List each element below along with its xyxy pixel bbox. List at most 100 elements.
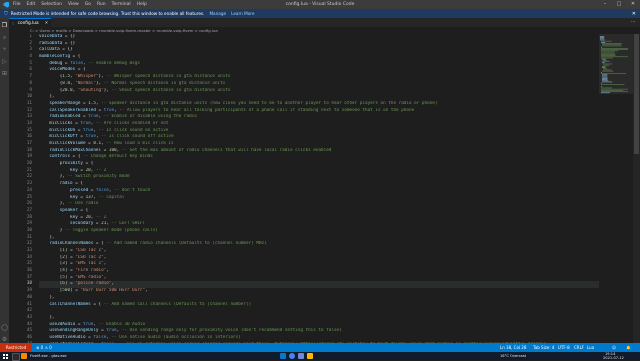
search-icon[interactable]: ⌕: [1, 34, 8, 41]
code-line[interactable]: useNativeAudio = false, -- Use native au…: [39, 335, 599, 342]
menu-file[interactable]: File: [13, 2, 21, 7]
code-line[interactable]: [6] = "police radio",: [39, 281, 599, 289]
feedback-icon[interactable]: ☺: [612, 343, 616, 352]
vscode-taskbar-icon[interactable]: [280, 353, 286, 359]
code-line[interactable]: },: [39, 295, 599, 302]
code-line[interactable]: speakerRange = 1.5, -- Speaker distance …: [39, 101, 599, 108]
settings-gear-icon[interactable]: ⚙: [1, 336, 8, 343]
code-line[interactable]: useSendingRangeOnly = true, -- Use sendi…: [39, 328, 599, 335]
code-line[interactable]: debug = false, -- enable debug msgs: [39, 61, 599, 68]
code-line[interactable]: [3] = "EMS Tac 1",: [39, 261, 599, 268]
minimap-line: [602, 81, 613, 83]
code-line[interactable]: },: [39, 235, 599, 242]
code-line[interactable]: },: [39, 315, 599, 322]
code-line[interactable]: radioData = {}: [39, 41, 599, 48]
menu-view[interactable]: View: [68, 2, 79, 7]
close-icon[interactable]: ✕: [626, 0, 640, 9]
explorer-icon[interactable]: ❐: [1, 22, 8, 29]
code-line[interactable]: {1.5, "Whisper"}, -- Whisper speech dist…: [39, 74, 599, 81]
code-line[interactable]: [5] = "EMS radio",: [39, 275, 599, 282]
more-actions-icon[interactable]: ⋯: [631, 18, 636, 27]
code-editor[interactable]: 1 2 3 4 5 6 7 8 9 10 11 12 13 14 15 16 17 18 19 20 21 22 23 24 2…: [9, 34, 599, 343]
extensions-icon[interactable]: ⊞: [1, 70, 8, 77]
weather-widget[interactable]: 16°C Overcast: [500, 352, 526, 360]
banner-close-icon[interactable]: ✕: [632, 11, 636, 17]
restricted-mode-indicator[interactable]: Restricted Mode: [0, 343, 32, 359]
menu-run[interactable]: Run: [97, 2, 106, 7]
code-line[interactable]: [500] = "Hurr Durr 500 Hurr Durr",: [39, 288, 599, 295]
code-line[interactable]: }, -- Use radio: [39, 201, 599, 208]
code-line[interactable]: mumbleConfig = {: [39, 54, 599, 61]
minimize-icon[interactable]: –: [598, 0, 612, 9]
code-line[interactable]: key = 137, -- capital: [39, 195, 599, 202]
code-line[interactable]: micClicks = true, -- Are clicks enabled …: [39, 121, 599, 128]
fivem-app-icon[interactable]: [21, 353, 27, 359]
code-line[interactable]: callData = {}: [39, 47, 599, 54]
code-line[interactable]: voiceData = {}: [39, 34, 599, 41]
line-ending[interactable]: CRLF: [574, 343, 584, 352]
code-line[interactable]: [4] = "Fire radio",: [39, 268, 599, 275]
code-line[interactable]: speaker = {: [39, 208, 599, 215]
code-line[interactable]: {20.0, "Shouting"}, -- Shout speech dist…: [39, 88, 599, 95]
vertical-scrollbar[interactable]: [633, 34, 640, 343]
run-debug-icon[interactable]: ▷: [1, 58, 8, 65]
language-mode[interactable]: Lua: [587, 343, 594, 352]
tab-config-lua[interactable]: ☾ config.lua ✕: [9, 18, 51, 27]
line-number: 7: [29, 74, 32, 80]
menu-edit[interactable]: Edit: [27, 2, 36, 7]
vscode-logo-icon: [3, 1, 9, 8]
code-line[interactable]: controls = { -- Change default key binds: [39, 154, 599, 161]
maximize-icon[interactable]: □: [612, 0, 626, 9]
code-line[interactable]: use3dAudio = true, -- Enable 3D Audio: [39, 322, 599, 329]
windows-start-icon[interactable]: [3, 353, 8, 359]
code-line[interactable]: callChannelNames = { -- Add named call c…: [39, 302, 599, 309]
encoding[interactable]: UTF-8: [558, 343, 570, 352]
code-line[interactable]: pressed = false, -- don't touch: [39, 188, 599, 195]
menu-help[interactable]: Help: [137, 2, 147, 7]
menu-go[interactable]: Go: [85, 2, 91, 7]
code-line[interactable]: [1] = "LSO Tac 1",: [39, 248, 599, 255]
source-control-icon[interactable]: ⑂: [1, 46, 8, 53]
chrome-taskbar-icon[interactable]: [289, 353, 295, 359]
code-line[interactable]: radio = {: [39, 181, 599, 188]
code-line[interactable]: voiceModes = {: [39, 67, 599, 74]
code-line[interactable]: secondary = 21, -- LEFT SHIFT: [39, 221, 599, 228]
code-lines[interactable]: voiceData = {} radioData = {} callData = {…: [39, 34, 599, 343]
code-line[interactable]: } -- Toggle speaker mode (phone calls): [39, 228, 599, 235]
tab-close-icon[interactable]: ✕: [45, 21, 49, 26]
tab-size[interactable]: Tab Size: 4: [533, 343, 554, 352]
file-explorer-icon[interactable]: [307, 353, 313, 359]
account-icon[interactable]: ◯: [1, 324, 8, 331]
taskbar-app-label[interactable]: FiveM.exe - gtav.exe: [30, 352, 67, 360]
code-line[interactable]: proximity = {: [39, 161, 599, 168]
minimap[interactable]: [599, 34, 633, 343]
minimap-line: [601, 88, 628, 90]
manage-link[interactable]: Manage: [209, 11, 226, 16]
clock-date[interactable]: 2021-07-12: [603, 356, 624, 360]
menu-selection[interactable]: Selection: [41, 2, 62, 7]
code-line[interactable]: radioClickMaxChannel = 100, -- Set the m…: [39, 148, 599, 155]
code-line[interactable]: radioEnabled = true, -- Enable or disabl…: [39, 114, 599, 121]
code-line[interactable]: radioChannelNames = { -- Add named radio…: [39, 241, 599, 248]
code-line[interactable]: {8.0, "Normal"}, -- Normal speech distan…: [39, 81, 599, 88]
scrollbar-thumb[interactable]: [634, 34, 639, 154]
minimap-line: [601, 86, 602, 88]
code-line[interactable]: }, -- Switch proximity mode: [39, 174, 599, 181]
code-line[interactable]: micClickOn = true, -- Is click sound on …: [39, 128, 599, 135]
cursor-position[interactable]: Ln 38, Col 28: [500, 343, 526, 352]
notifications-bell-icon[interactable]: 🔔: [626, 343, 631, 352]
code-line[interactable]: [39, 308, 599, 315]
menu-terminal[interactable]: Terminal: [112, 2, 131, 7]
code-line[interactable]: key = 20, -- Z: [39, 215, 599, 222]
code-line[interactable]: [2] = "LSO Tac 2",: [39, 255, 599, 262]
learn-more-link[interactable]: Learn More: [231, 11, 254, 16]
minimap-line: [602, 70, 614, 72]
code-line[interactable]: micClickOff = true, -- Is click sound of…: [39, 134, 599, 141]
discord-taskbar-icon[interactable]: [298, 353, 304, 359]
problems-indicator[interactable]: ⊗ 0 ⚠ 0: [36, 343, 52, 352]
code-line[interactable]: key = 20, -- Z: [39, 168, 599, 175]
code-line[interactable]: callSpeakerEnabled = true, -- Allow play…: [39, 108, 599, 115]
code-line[interactable]: },: [39, 94, 599, 101]
code-line[interactable]: micClickVolume = 0.1, -- How loud a mic …: [39, 141, 599, 148]
breadcrumb[interactable]: C: > Users > msilfo > Downloads > mumble…: [9, 27, 569, 34]
